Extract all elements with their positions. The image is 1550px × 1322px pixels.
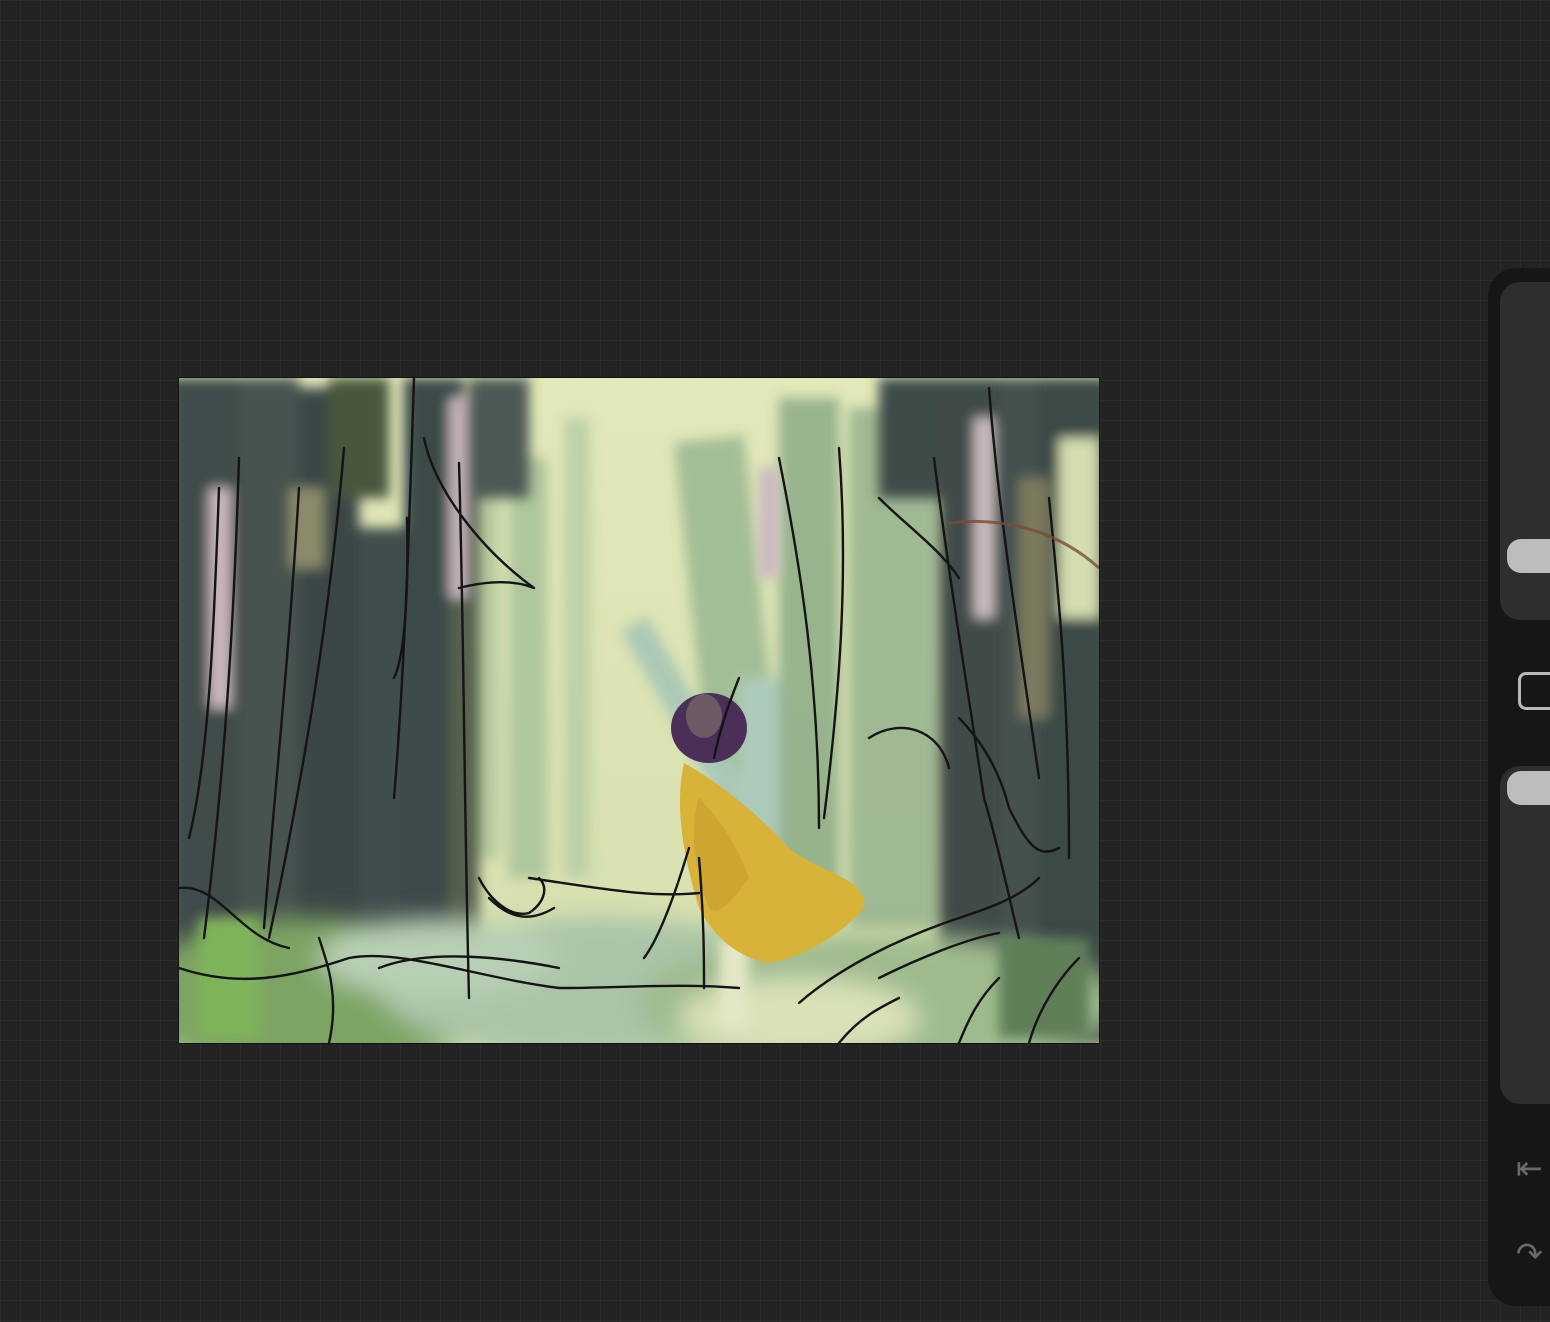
- redo-button[interactable]: ↷: [1516, 1238, 1543, 1270]
- brush-size-slider-thumb[interactable]: [1507, 539, 1550, 573]
- brush-size-slider[interactable]: [1500, 282, 1550, 620]
- brush-opacity-slider[interactable]: [1500, 766, 1550, 1104]
- side-tool-dock: ⇤ ↷: [1488, 268, 1550, 1306]
- artwork-forest-scene: [179, 378, 1099, 1043]
- brush-opacity-slider-thumb[interactable]: [1507, 771, 1550, 805]
- drawing-workspace[interactable]: ⇤ ↷: [0, 0, 1550, 1322]
- redo-arrow-icon: ↷: [1516, 1235, 1543, 1273]
- undo-arrow-icon: ⇤: [1516, 1149, 1543, 1187]
- undo-button[interactable]: ⇤: [1516, 1152, 1543, 1184]
- modify-button[interactable]: [1518, 672, 1550, 710]
- drawing-canvas[interactable]: [179, 378, 1099, 1043]
